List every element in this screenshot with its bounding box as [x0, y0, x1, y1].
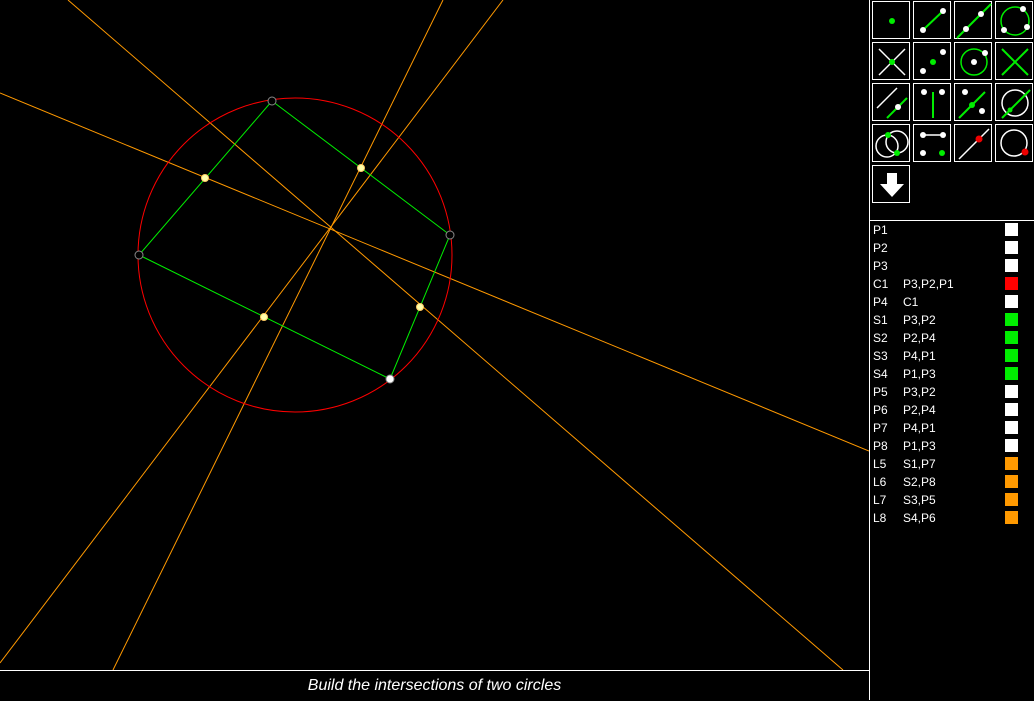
object-row[interactable]: P1 — [870, 221, 1034, 239]
object-name: C1 — [873, 277, 889, 291]
object-name: L5 — [873, 457, 887, 471]
circle-three-points-icon[interactable] — [995, 1, 1033, 39]
object-name: L7 — [873, 493, 887, 507]
perpendicular-icon[interactable] — [995, 42, 1033, 80]
object-row[interactable]: P8 P1,P3 — [870, 437, 1034, 455]
point-P2[interactable] — [267, 96, 277, 106]
object-name: P5 — [873, 385, 888, 399]
object-row[interactable]: C1 P3,P2,P1 — [870, 275, 1034, 293]
object-color-swatch[interactable] — [1005, 349, 1018, 362]
point-P8[interactable] — [260, 313, 268, 321]
point-on-line-icon[interactable] — [954, 124, 992, 162]
object-row[interactable]: S2 P2,P4 — [870, 329, 1034, 347]
status-bar: Build the intersections of two circles — [0, 670, 869, 700]
object-name: P1 — [873, 223, 888, 237]
object-row[interactable]: L7 S3,P5 — [870, 491, 1034, 509]
object-name: P2 — [873, 241, 888, 255]
object-row[interactable]: P2 — [870, 239, 1034, 257]
construction-canvas[interactable] — [0, 0, 869, 670]
object-color-swatch[interactable] — [1005, 493, 1018, 506]
angle-bisector-icon[interactable] — [954, 83, 992, 121]
object-color-swatch[interactable] — [1005, 511, 1018, 524]
object-color-swatch[interactable] — [1005, 331, 1018, 344]
object-name: S2 — [873, 331, 888, 345]
object-color-swatch[interactable] — [1005, 241, 1018, 254]
toolbar — [871, 0, 1034, 218]
object-color-swatch[interactable] — [1005, 259, 1018, 272]
point-P4[interactable] — [445, 230, 455, 240]
object-parents: P4,P1 — [903, 349, 936, 363]
segment-tool-icon[interactable] — [913, 1, 951, 39]
object-name: P3 — [873, 259, 888, 273]
midpoint-icon[interactable] — [913, 42, 951, 80]
side-panel: P1 P2 P3 C1 P3,P2,P1 P4 C1 S1 P3,P2 S2 P2,P4… — [869, 0, 1034, 700]
object-row[interactable]: S3 P4,P1 — [870, 347, 1034, 365]
object-row[interactable]: P6 P2,P4 — [870, 401, 1034, 419]
parallel-icon[interactable] — [872, 83, 910, 121]
object-name: P7 — [873, 421, 888, 435]
point-P3[interactable] — [134, 250, 144, 260]
object-row[interactable]: L6 S2,P8 — [870, 473, 1034, 491]
object-color-swatch[interactable] — [1005, 295, 1018, 308]
point-P6[interactable] — [357, 164, 365, 172]
object-parents: P2,P4 — [903, 331, 936, 345]
object-parents: P2,P4 — [903, 403, 936, 417]
point-tool-icon[interactable] — [872, 1, 910, 39]
object-row[interactable]: P3 — [870, 257, 1034, 275]
object-parents: P1,P3 — [903, 367, 936, 381]
object-color-swatch[interactable] — [1005, 421, 1018, 434]
object-row[interactable]: P4 C1 — [870, 293, 1034, 311]
point-P1[interactable] — [385, 374, 395, 384]
line-L7[interactable] — [0, 0, 504, 664]
point-P7[interactable] — [416, 303, 424, 311]
object-color-swatch[interactable] — [1005, 403, 1018, 416]
object-color-swatch[interactable] — [1005, 439, 1018, 452]
object-parents: P3,P2,P1 — [903, 277, 954, 291]
object-color-swatch[interactable] — [1005, 223, 1018, 236]
tangent-icon[interactable] — [995, 83, 1033, 121]
object-color-swatch[interactable] — [1005, 457, 1018, 470]
point-on-circle-icon[interactable] — [995, 124, 1033, 162]
object-name: S1 — [873, 313, 888, 327]
line-tool-icon[interactable] — [954, 1, 992, 39]
object-name: L6 — [873, 475, 887, 489]
object-row[interactable]: P5 P3,P2 — [870, 383, 1034, 401]
point-P5[interactable] — [201, 174, 209, 182]
object-parents: P3,P2 — [903, 313, 936, 327]
object-row[interactable]: S1 P3,P2 — [870, 311, 1034, 329]
object-row[interactable]: L8 S4,P6 — [870, 509, 1034, 527]
line-L6[interactable] — [67, 0, 844, 670]
object-color-swatch[interactable] — [1005, 475, 1018, 488]
object-parents: S1,P7 — [903, 457, 936, 471]
object-parents: S4,P6 — [903, 511, 936, 525]
object-name: S3 — [873, 349, 888, 363]
object-color-swatch[interactable] — [1005, 385, 1018, 398]
object-row[interactable]: S4 P1,P3 — [870, 365, 1034, 383]
object-parents: P4,P1 — [903, 421, 936, 435]
object-parents: P3,P2 — [903, 385, 936, 399]
object-row[interactable]: L5 S1,P7 — [870, 455, 1034, 473]
object-parents: S2,P8 — [903, 475, 936, 489]
compass-icon[interactable] — [913, 124, 951, 162]
object-row[interactable]: P7 P4,P1 — [870, 419, 1034, 437]
line-L8[interactable] — [112, 0, 444, 670]
object-parents: C1 — [903, 295, 919, 309]
object-name: S4 — [873, 367, 888, 381]
object-name: P8 — [873, 439, 888, 453]
object-color-swatch[interactable] — [1005, 313, 1018, 326]
arrow-down-icon[interactable] — [872, 165, 910, 203]
object-color-swatch[interactable] — [1005, 367, 1018, 380]
circle-center-icon[interactable] — [954, 42, 992, 80]
object-color-swatch[interactable] — [1005, 277, 1018, 290]
object-name: P6 — [873, 403, 888, 417]
circle-intersection-icon[interactable] — [872, 124, 910, 162]
object-parents: P1,P3 — [903, 439, 936, 453]
object-name: L8 — [873, 511, 887, 525]
perpendicular-bisector-icon[interactable] — [913, 83, 951, 121]
object-name: P4 — [873, 295, 888, 309]
intersection-icon[interactable] — [872, 42, 910, 80]
circle-C1[interactable] — [137, 97, 453, 413]
object-parents: S3,P5 — [903, 493, 936, 507]
